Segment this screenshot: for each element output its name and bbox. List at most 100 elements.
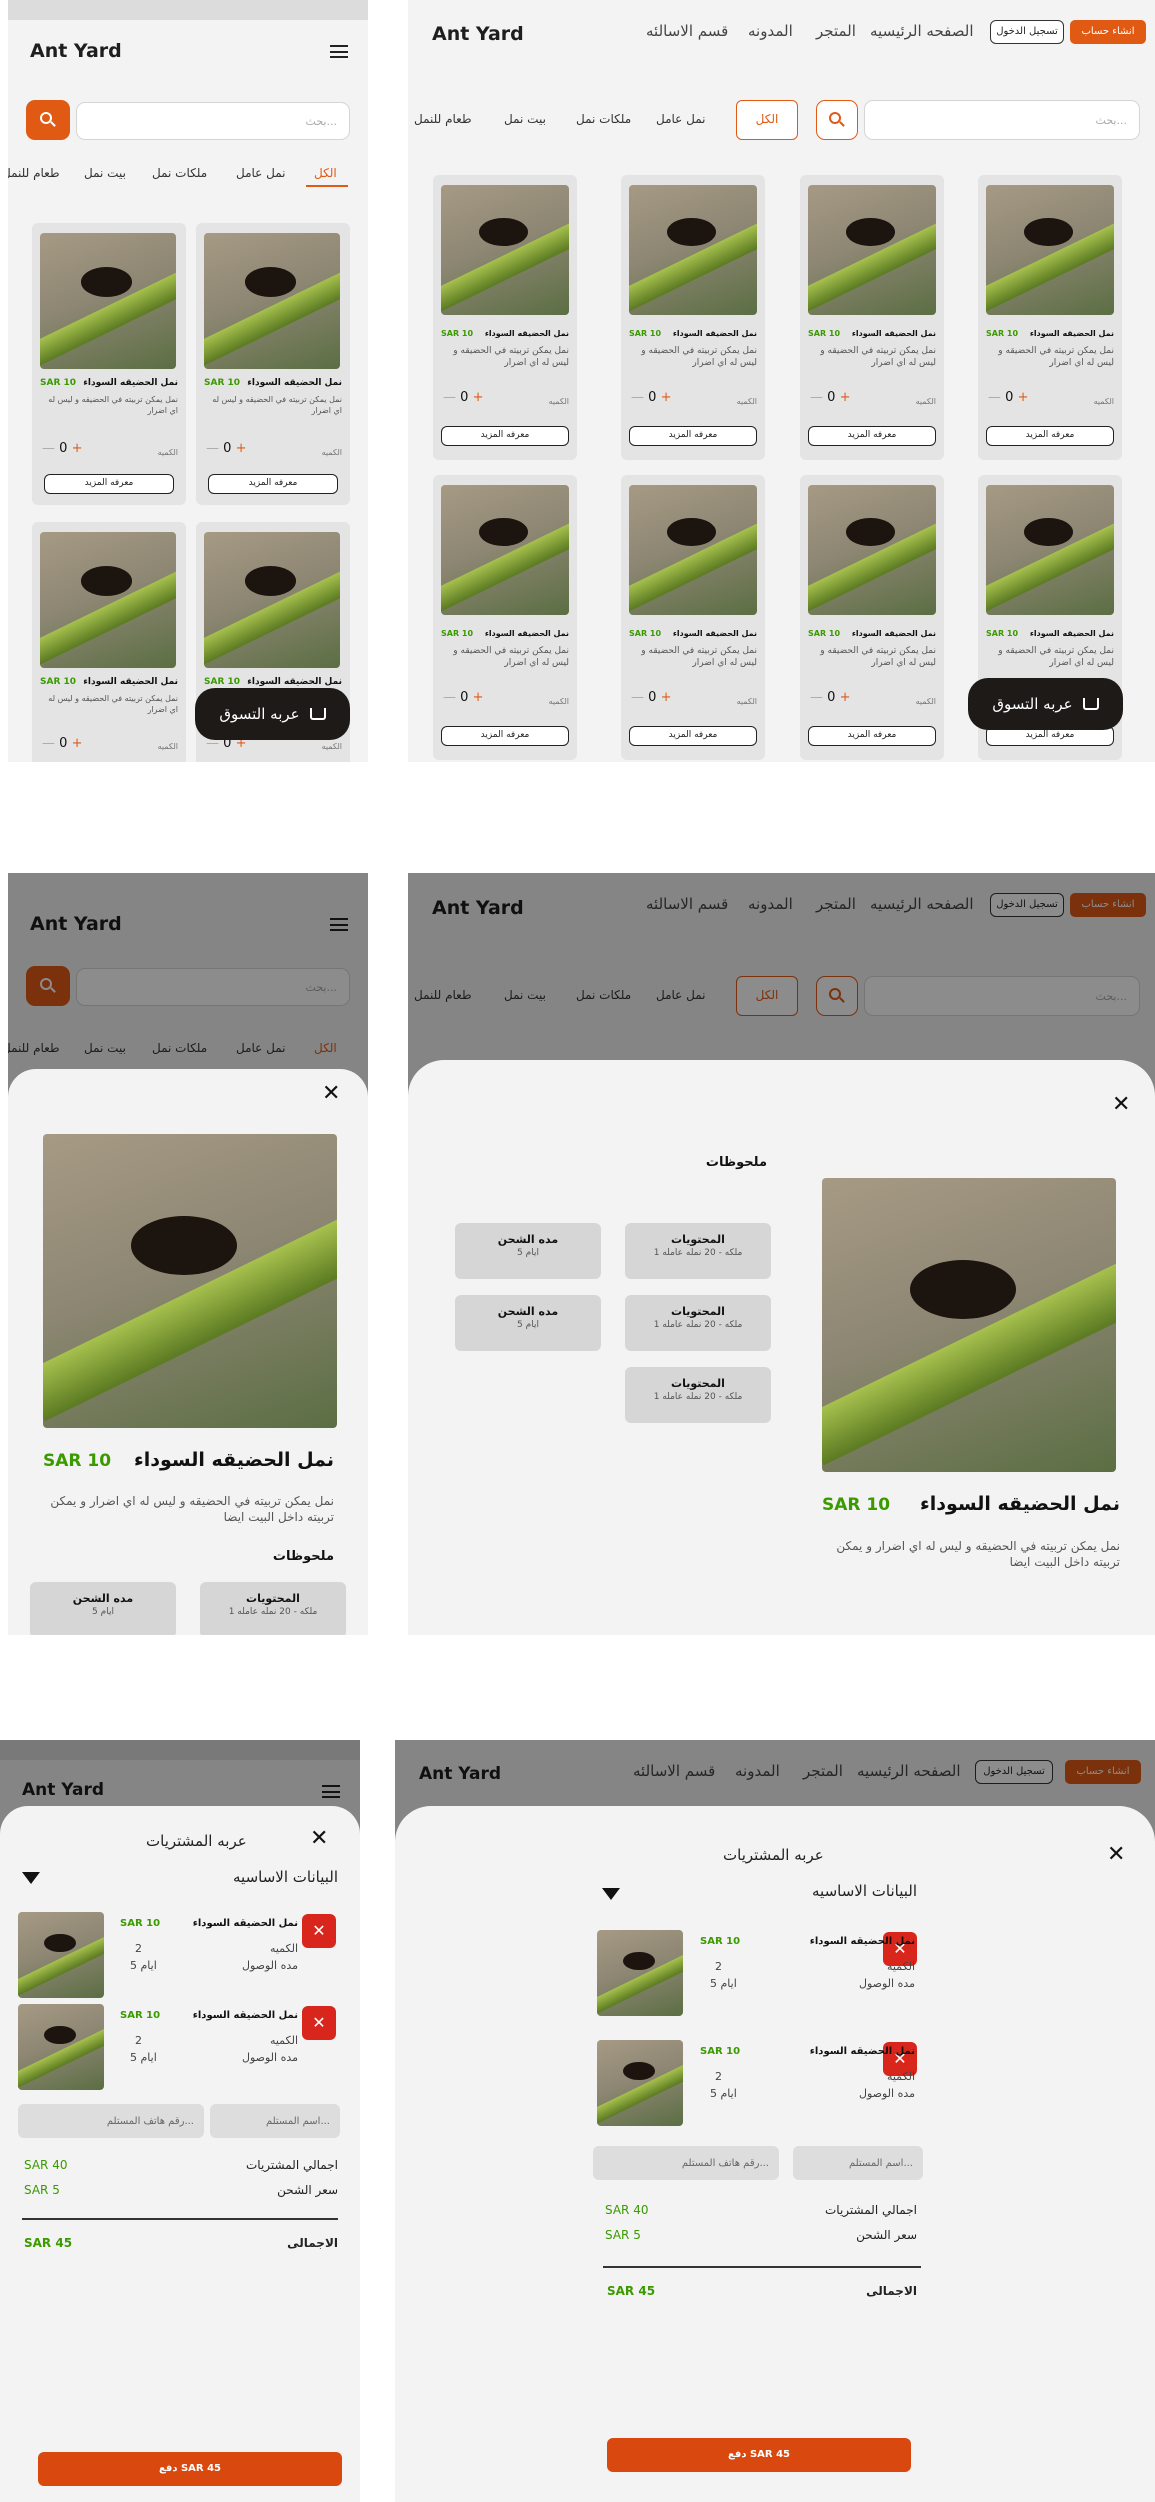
plus-button[interactable]: + — [661, 690, 672, 705]
cart-button-label: عربه التسوق — [219, 705, 300, 723]
quantity-stepper[interactable]: — 0 + — [443, 690, 483, 705]
create-account-button[interactable]: انشاء حساب — [1070, 20, 1146, 44]
cart-item-name: نمل الحضيقه السوداء — [809, 1936, 915, 1947]
product-card[interactable]: نمل الحضيقه السوداء SAR 10 نمل يمكن تربيته… — [978, 175, 1122, 460]
learn-more-button[interactable]: معرفه المزيد — [441, 426, 569, 446]
product-card[interactable]: نمل الحضيقه السوداء SAR 10 نمل يمكن تربيته… — [800, 175, 944, 460]
plus-button[interactable]: + — [236, 441, 247, 456]
recipient-phone-input[interactable]: رقم هاتف المستلم... — [593, 2146, 779, 2180]
cart-sheet: عربه المشتريات ✕ البيانات الاساسيه ✕ نمل … — [395, 1806, 1155, 2502]
product-card[interactable]: نمل الحضيقه السوداء SAR 10 نمل يمكن تربي… — [196, 223, 350, 505]
logo[interactable]: Ant Yard — [432, 23, 524, 45]
pay-button[interactable]: دفع SAR 45 — [38, 2452, 342, 2486]
plus-button[interactable]: + — [661, 390, 672, 405]
product-card[interactable]: نمل الحضيقه السوداء SAR 10 نمل يمكن تربيته… — [433, 475, 577, 760]
product-card[interactable]: نمل الحضيقه السوداء SAR 10 نمل يمكن تربي… — [32, 223, 186, 505]
learn-more-button[interactable]: معرفه المزيد — [808, 726, 936, 746]
product-card[interactable]: نمل الحضيقه السوداء SAR 10 نمل يمكن تربيته… — [433, 175, 577, 460]
minus-button[interactable]: — — [810, 690, 823, 705]
plus-button[interactable]: + — [1018, 390, 1029, 405]
cart-item-arrival-label: مده الوصول — [858, 1977, 915, 1990]
collapse-triangle-icon[interactable] — [602, 1888, 620, 1900]
learn-more-button[interactable]: معرفه المزيد — [986, 426, 1114, 446]
product-card[interactable]: نمل الحضيقه السوداء SAR 10 نمل يمكن تربي… — [32, 522, 186, 762]
category-queens[interactable]: ملكات نمل — [152, 166, 207, 180]
menu-icon[interactable] — [330, 45, 348, 58]
nav-blog[interactable]: المدونه — [748, 22, 793, 40]
login-button[interactable]: تسجيل الدخول — [990, 20, 1064, 44]
minus-button[interactable]: — — [42, 736, 55, 751]
search-button[interactable] — [816, 100, 858, 140]
learn-more-button[interactable]: معرفه المزيد — [629, 426, 757, 446]
quantity-stepper[interactable]: — 0 + — [988, 390, 1028, 405]
search-button[interactable] — [26, 100, 70, 140]
plus-button[interactable]: + — [72, 441, 83, 456]
plus-button[interactable]: + — [473, 690, 484, 705]
quantity-stepper[interactable]: — 0 + — [810, 690, 850, 705]
recipient-name-input[interactable]: اسم المستلم... — [793, 2146, 923, 2180]
category-queens[interactable]: ملكات نمل — [576, 112, 631, 126]
cart-button[interactable]: عربه التسوق — [968, 678, 1123, 730]
remove-item-button[interactable]: ✕ — [302, 2006, 336, 2040]
remove-item-button[interactable]: ✕ — [302, 1914, 336, 1948]
nav-store[interactable]: المتجر — [816, 22, 856, 40]
nav-home[interactable]: الصفحه الرئيسيه — [870, 22, 974, 40]
plus-button[interactable]: + — [72, 736, 83, 751]
category-all[interactable]: الكل — [736, 100, 798, 140]
quantity-stepper[interactable]: — 0 + — [810, 390, 850, 405]
cart-icon — [309, 708, 326, 720]
quantity-stepper[interactable]: — 0 + — [631, 390, 671, 405]
product-description: نمل يمكن تربيته في الحضيقه و ليس له اي ا… — [48, 395, 178, 415]
product-description: نمل يمكن تربيته في الحضيقه و ليس له اي ا… — [998, 346, 1114, 369]
quantity-stepper[interactable]: — 0 + — [42, 736, 82, 751]
minus-button[interactable]: — — [988, 390, 1001, 405]
nav-faq[interactable]: قسم الاسالئه — [646, 22, 728, 40]
close-icon[interactable]: ✕ — [310, 1828, 328, 1850]
logo[interactable]: Ant Yard — [30, 40, 122, 62]
quantity-stepper[interactable]: — 0 + — [631, 690, 671, 705]
search-input[interactable]: بحث... — [864, 100, 1140, 140]
cart-item-arrival: 5 ايام — [710, 1977, 737, 1990]
minus-button[interactable]: — — [206, 441, 219, 456]
plus-button[interactable]: + — [840, 390, 851, 405]
minus-button[interactable]: — — [810, 390, 823, 405]
recipient-name-input[interactable]: اسم المستلم... — [210, 2104, 340, 2138]
quantity-stepper[interactable]: — 0 + — [42, 441, 82, 456]
quantity-stepper[interactable]: — 0 + — [206, 441, 246, 456]
quantity-label: الكميه — [915, 397, 936, 406]
product-name: نمل الحضيقه السوداء — [1029, 329, 1114, 338]
minus-button[interactable]: — — [631, 390, 644, 405]
category-nest[interactable]: بيت نمل — [84, 166, 126, 180]
cart-button[interactable]: عربه التسوق — [195, 688, 350, 740]
learn-more-button[interactable]: معرفه المزيد — [208, 474, 338, 494]
product-detail-sheet: ✕ نمل الحضيقه السوداء SAR 10 نمل يمكن تر… — [408, 1060, 1155, 1635]
cart-item-price: SAR 10 — [120, 1918, 161, 1929]
category-food[interactable]: طعام للنمل — [414, 112, 472, 126]
plus-button[interactable]: + — [473, 390, 484, 405]
search-input[interactable]: بحث... — [76, 102, 350, 140]
category-workers[interactable]: نمل عامل — [656, 112, 706, 126]
close-icon[interactable]: ✕ — [1107, 1844, 1125, 1866]
learn-more-button[interactable]: معرفه المزيد — [44, 474, 174, 494]
minus-button[interactable]: — — [42, 441, 55, 456]
close-icon[interactable]: ✕ — [1112, 1094, 1130, 1116]
product-card[interactable]: نمل الحضيقه السوداء SAR 10 نمل يمكن تربيته… — [621, 475, 765, 760]
plus-button[interactable]: + — [840, 690, 851, 705]
category-nest[interactable]: بيت نمل — [504, 112, 546, 126]
learn-more-button[interactable]: معرفه المزيد — [441, 726, 569, 746]
learn-more-button[interactable]: معرفه المزيد — [629, 726, 757, 746]
product-card[interactable]: نمل الحضيقه السوداء SAR 10 نمل يمكن تربيته… — [800, 475, 944, 760]
product-card[interactable]: نمل الحضيقه السوداء SAR 10 نمل يمكن تربيته… — [621, 175, 765, 460]
minus-button[interactable]: — — [443, 690, 456, 705]
learn-more-button[interactable]: معرفه المزيد — [808, 426, 936, 446]
minus-button[interactable]: — — [631, 690, 644, 705]
category-food[interactable]: طعام للنمل — [8, 166, 60, 180]
collapse-triangle-icon[interactable] — [22, 1872, 40, 1884]
category-workers[interactable]: نمل عامل — [236, 166, 286, 180]
minus-button[interactable]: — — [443, 390, 456, 405]
quantity-stepper[interactable]: — 0 + — [443, 390, 483, 405]
close-icon[interactable]: ✕ — [322, 1083, 340, 1105]
recipient-phone-input[interactable]: رقم هاتف المستلم... — [18, 2104, 204, 2138]
pay-button[interactable]: دفع SAR 45 — [607, 2438, 911, 2472]
category-all[interactable]: الكل — [314, 166, 337, 180]
